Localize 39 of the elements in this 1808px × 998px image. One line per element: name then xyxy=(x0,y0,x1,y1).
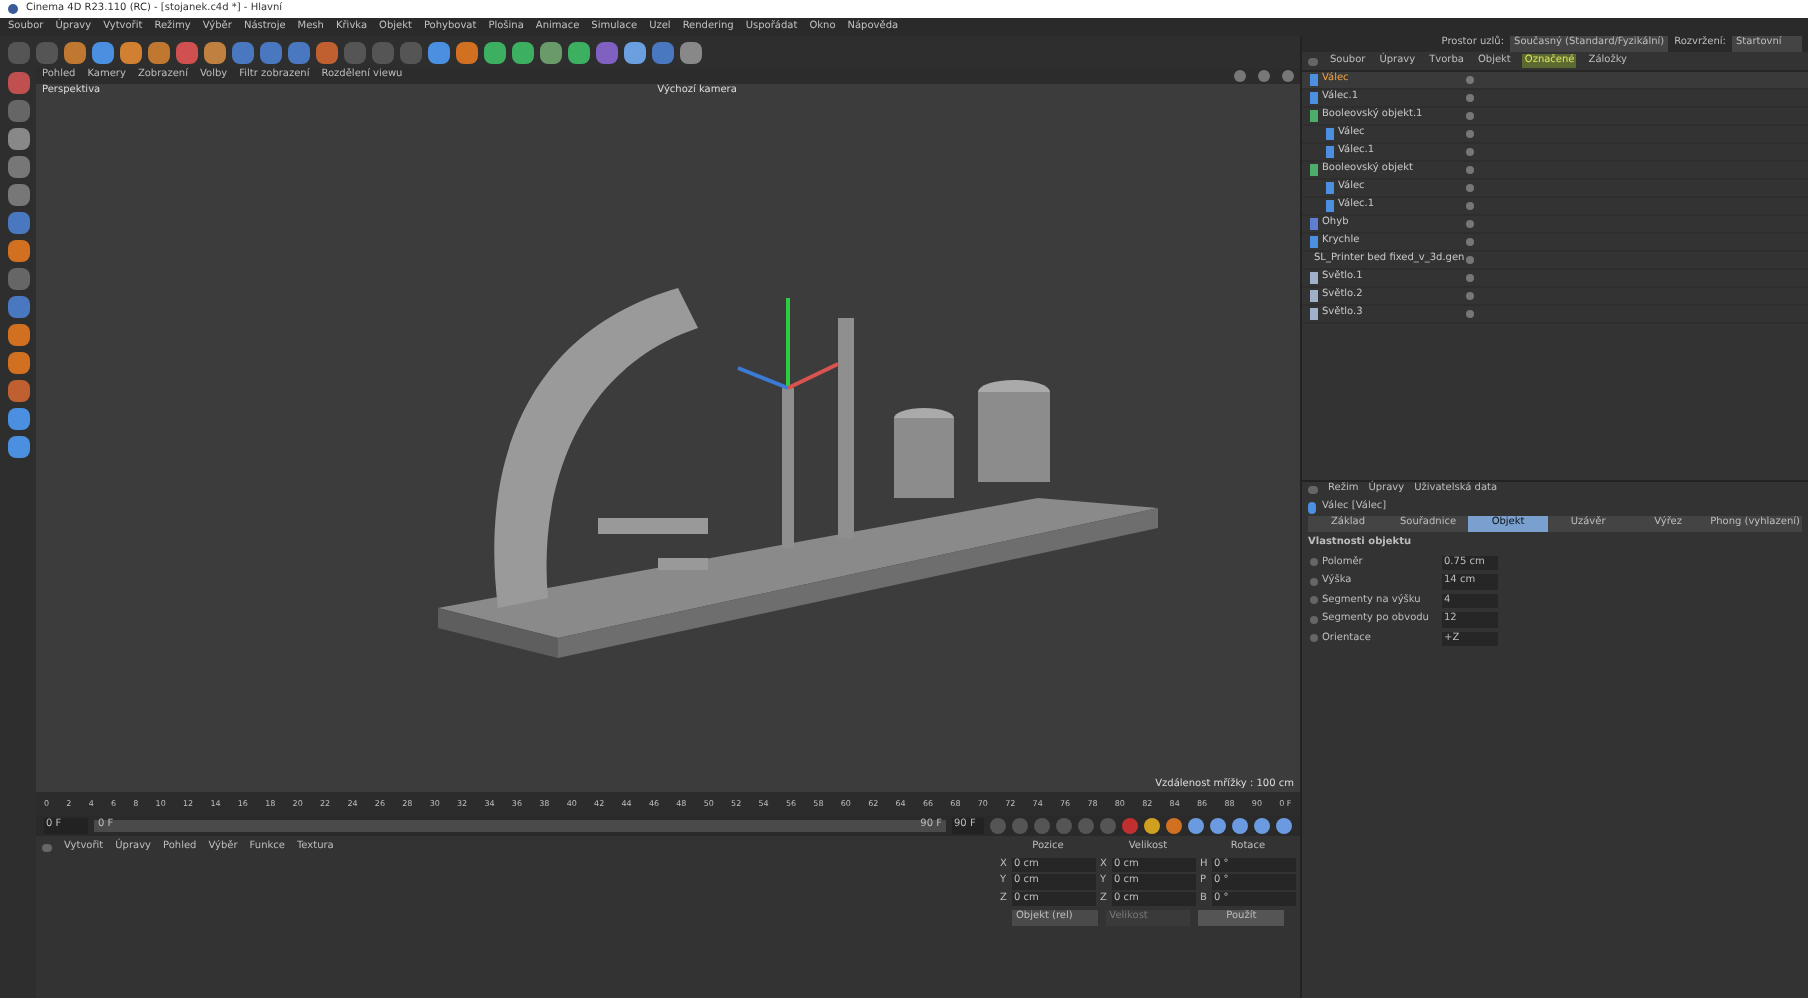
toolbar-icon[interactable] xyxy=(512,41,534,63)
menu-icon[interactable] xyxy=(42,843,52,852)
toolbar-icon[interactable] xyxy=(428,41,450,63)
toolbar-icon[interactable] xyxy=(540,41,562,63)
tool-icon[interactable] xyxy=(7,436,29,458)
toolbar-icon[interactable] xyxy=(456,41,478,63)
tool-icon[interactable] xyxy=(7,128,29,150)
tool-icon[interactable] xyxy=(7,296,29,318)
tool-icon[interactable] xyxy=(7,352,29,374)
toolbar-icon[interactable] xyxy=(204,41,226,63)
toolbar-icon[interactable] xyxy=(120,41,142,63)
tool-icon[interactable] xyxy=(7,380,29,402)
tool-icon[interactable] xyxy=(7,408,29,430)
menu-icon[interactable] xyxy=(1308,486,1318,494)
toolbar-icon[interactable] xyxy=(624,41,646,63)
toolbar-icon[interactable] xyxy=(232,41,254,63)
toolbar-icon[interactable] xyxy=(680,41,702,63)
toolbar-icon[interactable] xyxy=(176,41,198,63)
tool-icon[interactable] xyxy=(7,240,29,262)
tool-icon[interactable] xyxy=(7,212,29,234)
toolbar-icon[interactable] xyxy=(92,41,114,63)
toolbar-icon[interactable] xyxy=(596,41,618,63)
toolbar-icon[interactable] xyxy=(148,41,170,63)
toolbar-icon[interactable] xyxy=(288,41,310,63)
cylinder-icon[interactable] xyxy=(1308,501,1316,513)
toolbar-icon[interactable] xyxy=(652,41,674,63)
toolbar-icon[interactable] xyxy=(64,41,86,63)
toolbar-icon[interactable] xyxy=(484,41,506,63)
tool-icon[interactable] xyxy=(7,156,29,178)
tool-icon[interactable] xyxy=(7,184,29,206)
tool-icon[interactable] xyxy=(7,72,29,94)
tool-icon[interactable] xyxy=(7,324,29,346)
app-logo-icon xyxy=(8,4,18,14)
tool-icon[interactable] xyxy=(7,100,29,122)
toolbar-icon[interactable] xyxy=(260,41,282,63)
menu-icon[interactable] xyxy=(1308,57,1318,65)
tool-icon[interactable] xyxy=(7,268,29,290)
toolbar-icon[interactable] xyxy=(316,41,338,63)
toolbar-icon[interactable] xyxy=(568,41,590,63)
